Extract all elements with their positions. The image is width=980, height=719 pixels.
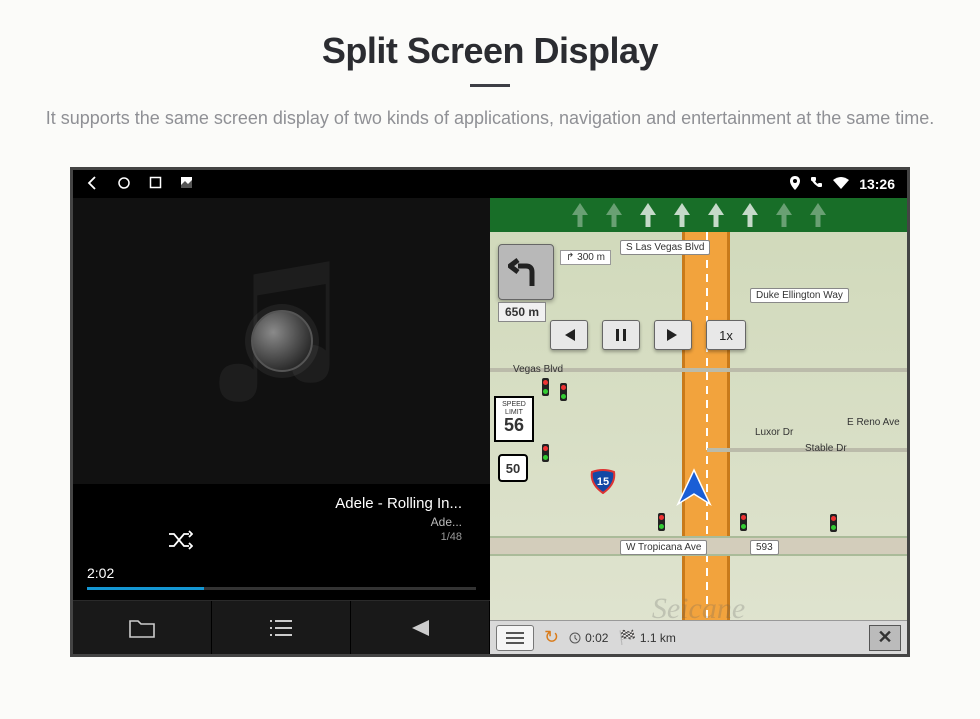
play-center-button[interactable]	[251, 310, 313, 372]
next-turn-distance: ↱ 300 m	[560, 250, 611, 265]
lane-arrow-icon	[706, 203, 726, 227]
turn-indicator	[498, 244, 554, 300]
music-bottom-tabs	[73, 600, 490, 654]
lane-arrow-icon	[774, 203, 794, 227]
recent-icon[interactable]	[149, 176, 162, 192]
nav-bottom-bar: ↻ 0:02 🏁 1.1 km ✕	[490, 620, 907, 654]
traffic-light-icon	[542, 444, 549, 462]
playlist-tab[interactable]	[212, 601, 351, 654]
progress-bar[interactable]	[87, 587, 476, 590]
refresh-icon[interactable]: ↻	[544, 627, 559, 648]
traffic-light-icon	[560, 383, 567, 401]
lane-arrow-icon	[638, 203, 658, 227]
traffic-light-icon	[830, 514, 837, 532]
traffic-light-icon	[658, 513, 665, 531]
lane-arrow-icon	[604, 203, 624, 227]
shuffle-icon[interactable]	[167, 530, 193, 553]
nav-menu-button[interactable]	[496, 625, 534, 651]
music-player-panel: Adele - Rolling In... Ade... 1/48 2:02	[73, 198, 490, 654]
lane-arrow-icon	[570, 203, 590, 227]
street-label: W Tropicana Ave	[620, 540, 707, 555]
status-bar: 13:26	[73, 170, 907, 198]
track-artist: Ade...	[335, 514, 462, 530]
nav-media-controls: 1x	[550, 320, 746, 350]
back-icon[interactable]	[85, 176, 99, 193]
nav-next-button[interactable]	[654, 320, 692, 350]
traffic-light-icon	[542, 378, 549, 396]
device-frame: 13:26 Adele - Rolling In... Ade... 1/48	[70, 167, 910, 657]
phone-icon	[810, 176, 823, 192]
lane-guidance-bar	[490, 198, 907, 232]
lane-arrow-icon	[740, 203, 760, 227]
lane-arrow-icon	[808, 203, 828, 227]
main-route-road	[682, 232, 730, 620]
track-count: 1/48	[335, 530, 462, 545]
speed-limit-sign: SPEED LIMIT 56	[494, 396, 534, 442]
route-sign: 50	[498, 454, 528, 482]
page-subtitle: It supports the same screen display of t…	[46, 105, 935, 132]
street-label: Stable Dr	[800, 442, 852, 455]
interstate-shield: 15	[590, 468, 616, 497]
street-number: 593	[750, 540, 779, 555]
folder-tab[interactable]	[73, 601, 212, 654]
svg-text:15: 15	[597, 476, 609, 488]
nav-close-button[interactable]: ✕	[869, 625, 901, 651]
home-icon[interactable]	[117, 176, 131, 193]
location-icon	[790, 176, 800, 193]
street-label: Vegas Blvd	[508, 363, 568, 376]
current-position-arrow	[674, 468, 714, 517]
eta-time: 0:02	[569, 631, 608, 645]
previous-tab[interactable]	[351, 601, 490, 654]
progress-fill	[87, 587, 204, 590]
turn-distance-main: 650 m	[498, 302, 546, 322]
nav-pause-button[interactable]	[602, 320, 640, 350]
elapsed-time: 2:02	[87, 565, 114, 581]
lane-arrow-icon	[672, 203, 692, 227]
traffic-light-icon	[740, 513, 747, 531]
nav-prev-button[interactable]	[550, 320, 588, 350]
remaining-distance: 🏁 1.1 km	[618, 629, 675, 646]
street-label: Duke Ellington Way	[750, 288, 849, 303]
track-title: Adele - Rolling In...	[335, 494, 462, 514]
screenshot-icon[interactable]	[180, 176, 193, 192]
street-label: S Las Vegas Blvd	[620, 240, 710, 255]
page-title: Split Screen Display	[322, 30, 658, 72]
navigation-panel: S Las Vegas Blvd Duke Ellington Way Vega…	[490, 198, 907, 654]
wifi-icon	[833, 176, 849, 192]
album-art-area	[73, 198, 490, 484]
title-divider	[470, 84, 510, 87]
street-label: Luxor Dr	[750, 426, 798, 439]
nav-speed-button[interactable]: 1x	[706, 320, 746, 350]
status-time: 13:26	[859, 176, 895, 192]
street-label: E Reno Ave	[842, 416, 905, 429]
split-container: Adele - Rolling In... Ade... 1/48 2:02	[73, 198, 907, 654]
